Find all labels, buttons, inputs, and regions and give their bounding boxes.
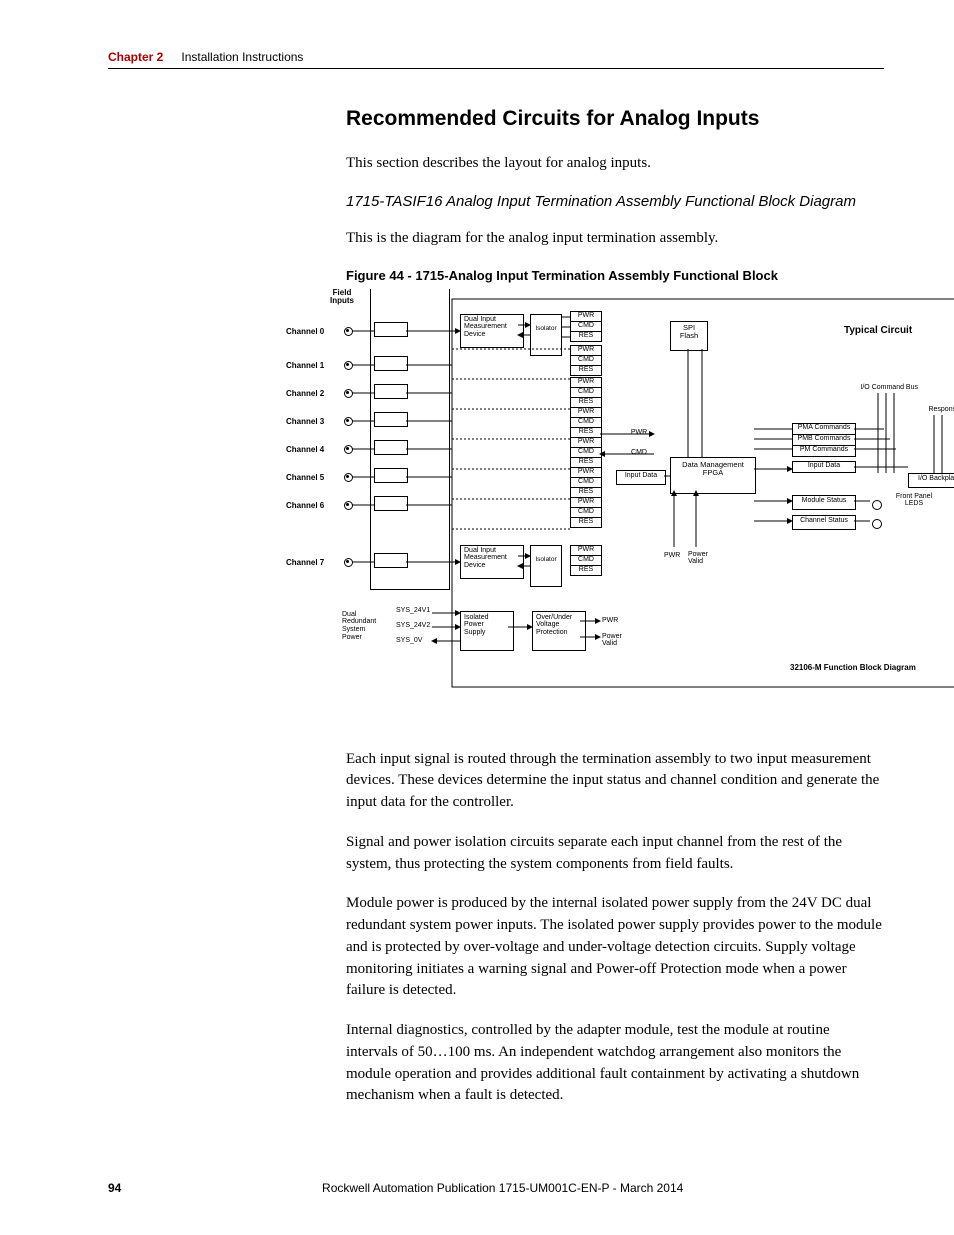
diagram-intro: This is the diagram for the analog input… — [346, 228, 884, 250]
page-number: 94 — [108, 1181, 121, 1195]
resistor-box — [374, 496, 408, 511]
res-box: RES — [570, 331, 602, 342]
module-status-box: Module Status — [792, 495, 856, 510]
resistor-box — [374, 356, 408, 371]
dual-input-box: Dual InputMeasurementDevice — [460, 545, 524, 579]
pmc-box: PM Commands — [792, 445, 856, 457]
body-paragraph: Module power is produced by the internal… — [346, 893, 884, 1002]
typical-circuit-label: Typical Circuit — [844, 325, 912, 336]
input-data-box: Input Data — [616, 470, 666, 485]
terminal-dot — [344, 417, 353, 426]
field-inputs-label: FieldInputs — [322, 289, 362, 307]
terminal-dot — [344, 445, 353, 454]
ovp-box: Over/UnderVoltageProtection — [532, 611, 586, 651]
terminal-dot — [344, 501, 353, 510]
channel-label: Channel 5 — [286, 474, 324, 483]
terminal-dot — [344, 389, 353, 398]
input-data-bus-box: Input Data — [792, 461, 856, 473]
channel-label: Channel 6 — [286, 502, 324, 511]
spi-flash-box: SPIFlash — [670, 321, 708, 351]
res-box: RES — [570, 565, 602, 576]
response-bus-label: Response Bus — [910, 406, 954, 414]
res-box: RES — [570, 517, 602, 528]
resistor-box — [374, 322, 408, 337]
power-valid-label: PowerValid — [602, 633, 622, 648]
led-icon — [872, 500, 882, 510]
figure-caption: Figure 44 - 1715-Analog Input Terminatio… — [346, 268, 884, 283]
dual-input-box: Dual InputMeasurementDevice — [460, 314, 524, 348]
terminal-dot — [344, 327, 353, 336]
isolator-box: Isolator — [530, 314, 562, 356]
body-paragraph: Internal diagnostics, controlled by the … — [346, 1020, 884, 1107]
page-header: Chapter 2 Installation Instructions — [108, 50, 884, 64]
pwr-label: PWR — [664, 552, 680, 560]
sys24v1-label: SYS_24V1 — [396, 607, 430, 615]
ips-box: IsolatedPowerSupply — [460, 611, 514, 651]
sys0v-label: SYS_0V — [396, 637, 422, 645]
cmd-label: CMD — [627, 449, 651, 459]
channel-label: Channel 2 — [286, 390, 324, 399]
fpga-box: Data ManagementFPGA — [670, 457, 756, 494]
terminal-dot — [344, 558, 353, 567]
header-rule — [108, 68, 884, 69]
power-valid-label: PowerValid — [688, 551, 708, 566]
subsection-heading: 1715-TASIF16 Analog Input Termination As… — [346, 193, 884, 210]
isolator-box: Isolator — [530, 545, 562, 587]
channel-status-box: Channel Status — [792, 515, 856, 530]
resistor-box — [374, 468, 408, 483]
res-box: RES — [570, 365, 602, 376]
terminal-dot — [344, 473, 353, 482]
page-footer: 94 Rockwell Automation Publication 1715-… — [108, 1181, 884, 1195]
resistor-box — [374, 553, 408, 568]
main-content: Recommended Circuits for Analog Inputs T… — [346, 107, 884, 1107]
sys24v2-label: SYS_24V2 — [396, 622, 430, 630]
pwr-label: PWR — [627, 429, 651, 439]
diagram-note: 32106-M Function Block Diagram — [790, 664, 916, 673]
block-diagram: FieldInputs TerminationAssembly Channel … — [274, 289, 954, 689]
terminal-dot — [344, 361, 353, 370]
channel-label: Channel 3 — [286, 418, 324, 427]
io-backplane-box: I/O Backplane — [908, 473, 954, 488]
io-cmd-bus-label: I/O Command Bus — [830, 384, 918, 392]
drsp-label: DualRedundantSystemPower — [342, 611, 376, 642]
led-icon — [872, 519, 882, 529]
section-heading: Recommended Circuits for Analog Inputs — [346, 107, 884, 131]
resistor-box — [374, 412, 408, 427]
body-paragraph: Signal and power isolation circuits sepa… — [346, 832, 884, 876]
channel-label: Channel 7 — [286, 559, 324, 568]
resistor-box — [374, 440, 408, 455]
publication-info: Rockwell Automation Publication 1715-UM0… — [108, 1181, 884, 1195]
channel-label: Channel 1 — [286, 362, 324, 371]
front-panel-leds-label: Front PanelLEDS — [888, 493, 940, 508]
chapter-title: Installation Instructions — [181, 50, 303, 64]
channel-label: Channel 0 — [286, 328, 324, 337]
body-paragraph: Each input signal is routed through the … — [346, 749, 884, 814]
chapter-label: Chapter 2 — [108, 50, 163, 64]
channel-label: Channel 4 — [286, 446, 324, 455]
intro-paragraph: This section describes the layout for an… — [346, 153, 884, 175]
resistor-box — [374, 384, 408, 399]
pwr-label: PWR — [602, 617, 618, 625]
